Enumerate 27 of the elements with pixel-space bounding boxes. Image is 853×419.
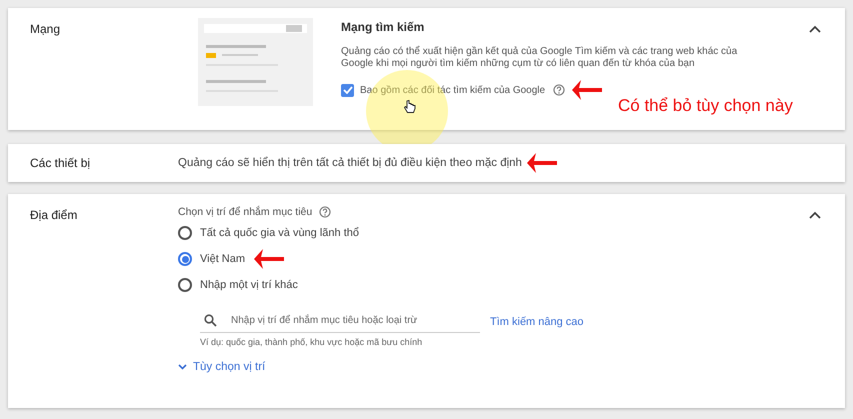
location-prompt: Chọn vị trí để nhắm mục tiêu: [178, 206, 312, 218]
location-options-toggle[interactable]: Tùy chọn vị trí: [178, 361, 266, 373]
section-label: Mạng: [29, 21, 62, 38]
collapse-icon[interactable]: [809, 25, 821, 33]
hand-cursor-icon: [404, 100, 416, 114]
collapse-icon[interactable]: [809, 211, 821, 219]
advanced-search-link[interactable]: Tìm kiếm nâng cao: [490, 316, 584, 328]
radio-button[interactable]: [178, 278, 192, 292]
annotation-text: Có thể bỏ tùy chọn này: [618, 96, 793, 116]
section-label: Địa điểm: [29, 207, 78, 224]
help-icon[interactable]: [319, 206, 332, 218]
location-search-field[interactable]: Nhập vị trí để nhắm mục tiêu hoặc loại trừ: [200, 310, 480, 333]
search-hint: Ví dụ: quốc gia, thành phố, khu vực hoặc mã bưu chính: [200, 337, 424, 347]
checkbox[interactable]: [341, 84, 354, 96]
section-label: Các thiết bị: [29, 156, 92, 170]
search-icon: [204, 314, 217, 327]
description: Quảng cáo có thể xuất hiện gần kết quả của Google Tìm kiếm và các trang web khác của Google khi mọi người tìm kiếm những cụm từ có liên quan đến từ khóa của bạn: [341, 46, 738, 70]
help-icon[interactable]: [553, 84, 566, 96]
devices-text: Quảng cáo sẽ hiển thị trên tất cả thiết bị đủ điều kiện theo mặc định: [178, 157, 522, 169]
chevron-down-icon: [178, 364, 187, 370]
radio-label: Nhập một vị trí khác: [200, 279, 298, 291]
radio-label: Tất cả quốc gia và vùng lãnh thổ: [200, 227, 359, 239]
radio-button[interactable]: [178, 252, 192, 266]
radio-label: Việt Nam: [200, 253, 246, 265]
section-title: Mạng tìm kiếm: [341, 20, 426, 34]
checkbox-label: Bao gồm các đối tác tìm kiếm của Google: [360, 84, 546, 96]
radio-button[interactable]: [178, 226, 192, 240]
